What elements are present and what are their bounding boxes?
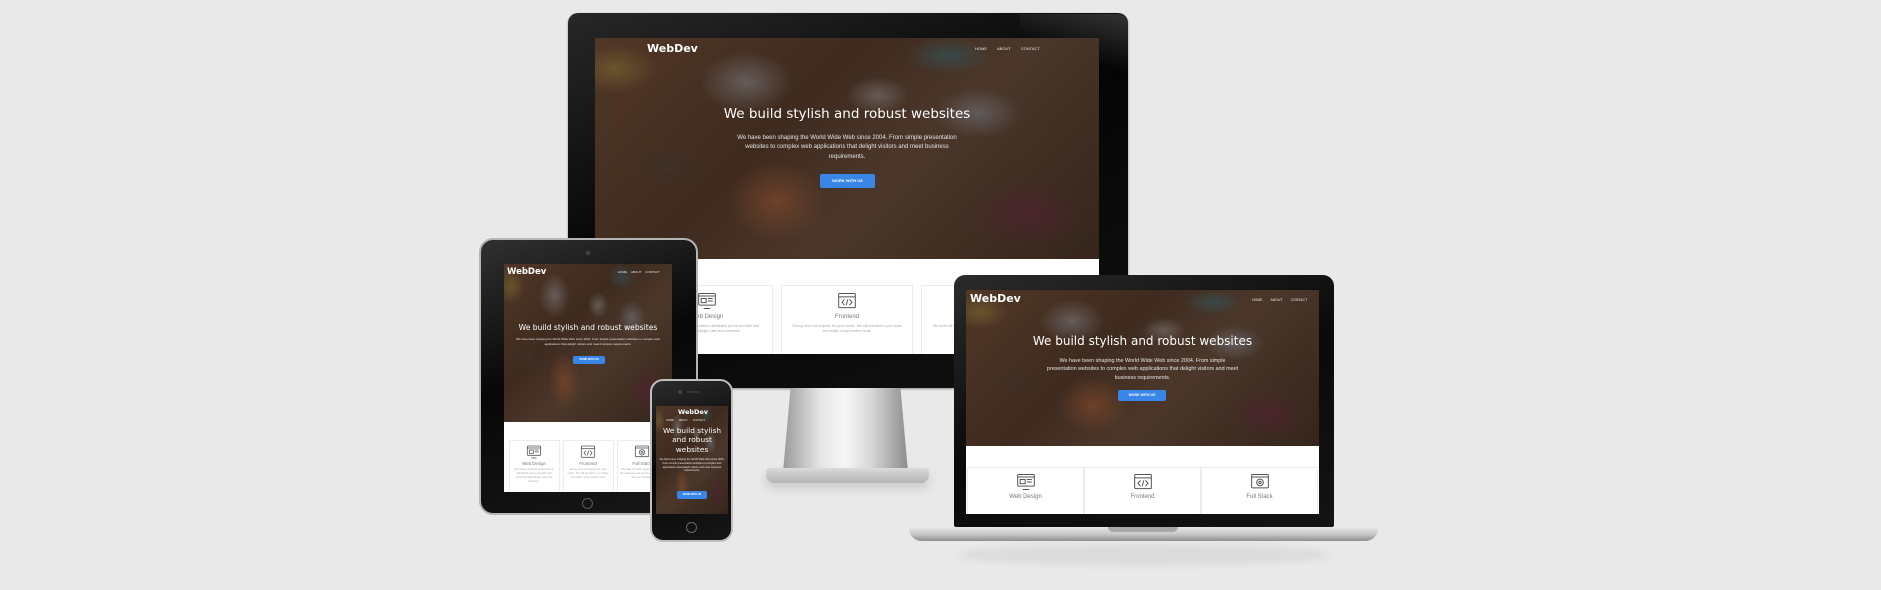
work-with-us-button[interactable]: WORK WITH US (820, 174, 875, 188)
laptop-notch (1108, 527, 1178, 532)
tablet-camera (586, 251, 590, 255)
phone-screen: WebDev HOME ABOUT CONTACT We build styli… (656, 406, 728, 514)
nav-item-contact[interactable]: CONTACT (1021, 46, 1040, 51)
monitor-stand-base (766, 468, 929, 483)
hero-lead: We have been shaping the World Wide Web … (1046, 358, 1239, 381)
site-logo[interactable]: WebDev (678, 408, 708, 416)
service-title: Full Stack (632, 461, 652, 466)
nav-item-home[interactable]: HOME (666, 419, 674, 422)
hero-headline: We build stylish and robust websites (1032, 334, 1253, 348)
main-nav: HOME ABOUT CONTACT (1252, 298, 1307, 302)
hero-lead: We have been shaping the World Wide Web … (659, 458, 725, 473)
tablet-home-button[interactable] (582, 498, 593, 509)
tablet-screen: WebDev HOME ABOUT CONTACT We build styli… (504, 264, 672, 492)
service-title: Frontend (579, 461, 597, 466)
nav-item-home[interactable]: HOME (618, 270, 627, 274)
services-section: Web Design Frontend Full Stack (966, 467, 1319, 514)
service-card-full-stack: Full Stack (1201, 467, 1318, 514)
service-text: Strong front end experts for your needs.… (792, 324, 902, 334)
nav-item-contact[interactable]: CONTACT (693, 419, 705, 422)
nav-item-contact[interactable]: CONTACT (1291, 298, 1308, 302)
service-card-frontend: Frontend (1084, 467, 1201, 514)
service-title: Web Design (522, 461, 546, 466)
service-title: Frontend (1130, 494, 1155, 500)
service-text: We create professional websites in affor… (513, 468, 555, 483)
nav-item-about[interactable]: ABOUT (631, 270, 641, 274)
service-card-web-design: Web Design (967, 467, 1084, 514)
hero-headline: We build stylish and robust websites (723, 106, 971, 122)
hero-headline: We build stylish and robust websites (662, 426, 722, 454)
nav-item-about[interactable]: ABOUT (997, 46, 1011, 51)
service-text: Strong front end experts for your needs.… (567, 468, 609, 479)
web-design-icon (1016, 474, 1035, 490)
service-card-frontend: Frontend Strong front end experts for yo… (562, 440, 614, 492)
main-nav: HOME ABOUT CONTACT (975, 46, 1040, 51)
monitor-stand-neck (783, 388, 908, 472)
phone-home-button[interactable] (686, 522, 697, 533)
service-title: Web Design (1009, 494, 1042, 500)
full-stack-icon (634, 445, 650, 458)
hero-section: WebDev HOME ABOUT CONTACT We build styli… (656, 406, 728, 514)
service-card-frontend: Frontend Strong front end experts for yo… (781, 285, 913, 354)
work-with-us-button[interactable]: WORK WITH US (1118, 390, 1166, 401)
hero-section: WebDev HOME ABOUT CONTACT We build styli… (966, 290, 1319, 446)
phone-speaker (686, 391, 700, 393)
hero-section: WebDev HOME ABOUT CONTACT We build styli… (595, 38, 1099, 259)
hero-section: WebDev HOME ABOUT CONTACT We build styli… (504, 264, 672, 422)
nav-item-home[interactable]: HOME (975, 46, 987, 51)
site-logo[interactable]: WebDev (507, 267, 546, 277)
site-logo[interactable]: WebDev (647, 42, 698, 55)
services-section: Web Design We create professional websit… (504, 440, 672, 492)
nav-item-about[interactable]: ABOUT (679, 419, 688, 422)
nav-item-contact[interactable]: CONTACT (645, 270, 659, 274)
service-title: Full Stack (1246, 494, 1273, 500)
full-stack-icon (1250, 474, 1269, 489)
service-card-web-design: Web Design We create professional websit… (508, 440, 560, 492)
hero-headline: We build stylish and robust websites (518, 323, 658, 332)
main-nav: HOME ABOUT CONTACT (618, 270, 660, 274)
hero-lead: We have been shaping the World Wide Web … (737, 135, 957, 160)
nav-item-about[interactable]: ABOUT (1271, 298, 1283, 302)
code-window-icon (580, 445, 596, 458)
service-title: Frontend (834, 314, 859, 320)
work-with-us-button[interactable]: WORK WITH US (573, 356, 605, 364)
web-design-icon (526, 445, 542, 459)
site-logo[interactable]: WebDev (970, 292, 1021, 305)
laptop-screen: WebDev HOME ABOUT CONTACT We build styli… (966, 290, 1319, 514)
work-with-us-button[interactable]: WORK WITH US (677, 491, 707, 499)
code-window-icon (1133, 474, 1152, 490)
main-nav: HOME ABOUT CONTACT (666, 419, 705, 422)
hero-lead: We have been shaping the World Wide Web … (516, 337, 660, 346)
web-design-icon (698, 293, 716, 309)
code-window-icon (838, 293, 856, 309)
laptop-shadow (956, 545, 1332, 565)
nav-item-home[interactable]: HOME (1252, 298, 1263, 302)
phone-camera (678, 390, 682, 394)
